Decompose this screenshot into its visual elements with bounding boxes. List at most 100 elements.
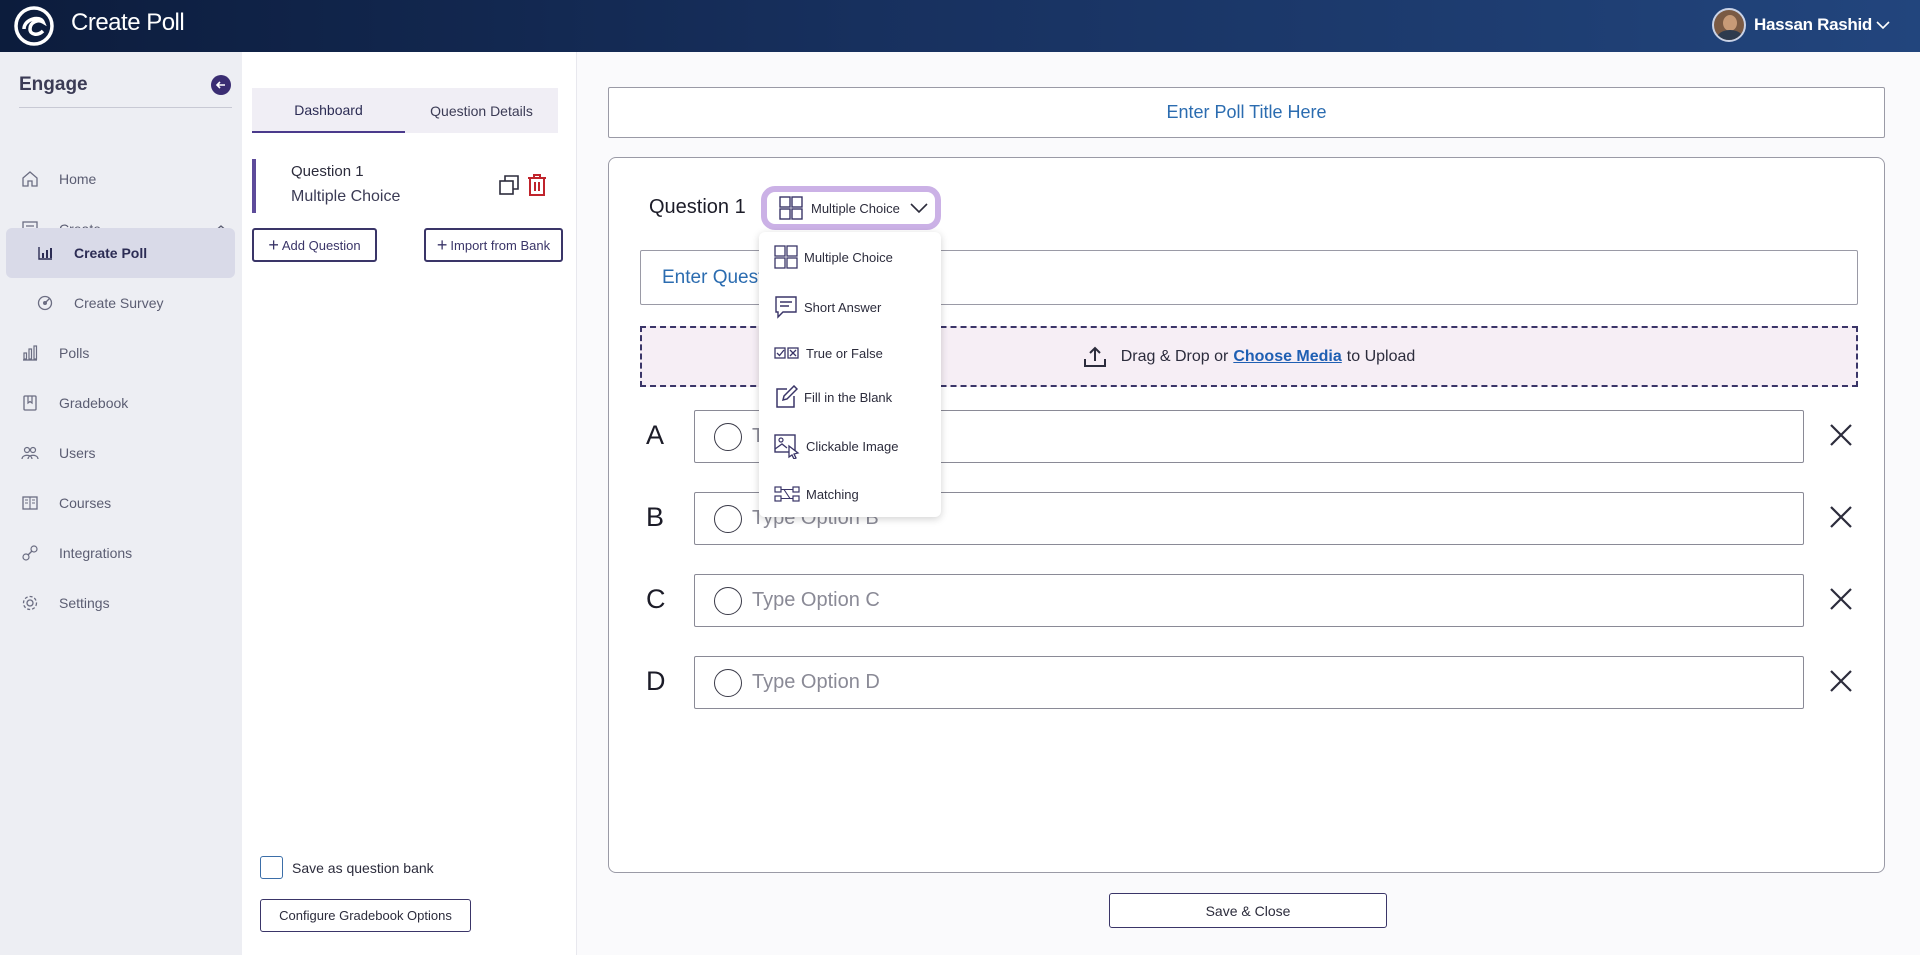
- upload-prefix: Drag & Drop or: [1120, 347, 1229, 365]
- menu-item-label: Short Answer: [804, 299, 882, 315]
- sidebar-item-label: Users: [59, 445, 96, 461]
- arrow-left-icon: [215, 81, 225, 89]
- option-placeholder: Type Option C: [752, 589, 880, 611]
- tab-dashboard[interactable]: Dashboard: [252, 88, 405, 133]
- multiple-choice-icon: [779, 196, 803, 220]
- close-icon[interactable]: [1828, 422, 1854, 448]
- menu-item-label: True or False: [806, 345, 883, 361]
- question-panel: Dashboard Question Details Question 1 Mu…: [242, 52, 577, 955]
- user-menu[interactable]: Hassan Rashid: [1712, 8, 1890, 42]
- sidebar-item-label: Polls: [59, 345, 90, 361]
- multiple-choice-icon: [774, 245, 798, 269]
- choose-media-link[interactable]: Choose Media: [1233, 348, 1341, 366]
- app-title: Create Poll: [71, 9, 185, 36]
- question-type-select[interactable]: Multiple Choice: [761, 186, 941, 230]
- question-list-item[interactable]: Question 1 Multiple Choice: [252, 159, 558, 213]
- menu-item-matching[interactable]: Matching: [774, 479, 859, 509]
- duplicate-icon[interactable]: [499, 175, 519, 195]
- menu-item-label: Fill in the Blank: [804, 389, 893, 405]
- menu-item-multiple-choice[interactable]: Multiple Choice: [774, 242, 893, 272]
- sidebar-item-gradebook[interactable]: Gradebook: [0, 379, 242, 427]
- add-question-button[interactable]: + Add Question: [252, 228, 377, 262]
- menu-item-true-false[interactable]: True or False: [774, 338, 883, 368]
- sidebar-item-integrations[interactable]: Integrations: [0, 529, 242, 577]
- sidebar-item-label: Integrations: [59, 545, 133, 561]
- chevron-down-icon: [1876, 21, 1890, 30]
- import-from-bank-button[interactable]: + Import from Bank: [424, 228, 563, 262]
- top-bar: Create Poll Hassan Rashid: [0, 0, 1920, 52]
- sidebar-item-label: Home: [59, 171, 97, 187]
- short-answer-icon: [775, 296, 797, 319]
- save-bank-label: Save as question bank: [292, 859, 434, 876]
- sidebar-item-create-poll[interactable]: Create Poll: [6, 228, 235, 278]
- tab-question-details[interactable]: Question Details: [405, 88, 558, 133]
- plus-icon: +: [436, 235, 448, 255]
- upload-suffix: to Upload: [1346, 347, 1416, 365]
- option-letter: A: [646, 420, 665, 450]
- correct-answer-radio[interactable]: [714, 669, 742, 697]
- bar-chart-icon: [23, 345, 38, 361]
- option-c-input[interactable]: Type Option C: [694, 574, 1804, 627]
- close-icon[interactable]: [1828, 504, 1854, 530]
- sidebar-item-polls[interactable]: Polls: [0, 329, 242, 377]
- add-question-label: Add Question: [281, 237, 361, 253]
- option-letter: D: [646, 666, 666, 696]
- menu-item-label: Multiple Choice: [804, 249, 893, 265]
- chevron-down-icon: [910, 203, 928, 214]
- close-icon[interactable]: [1828, 586, 1854, 612]
- menu-item-short-answer[interactable]: Short Answer: [774, 292, 881, 322]
- save-bank-checkbox[interactable]: [260, 856, 283, 879]
- option-placeholder: Type Option D: [752, 671, 880, 693]
- sidebar-item-label: Settings: [59, 595, 110, 611]
- survey-icon: [37, 295, 53, 311]
- integrations-icon: [22, 545, 38, 561]
- collapse-sidebar-button[interactable]: [211, 75, 231, 95]
- option-d-input[interactable]: Type Option D: [694, 656, 1804, 709]
- sidebar-item-users[interactable]: Users: [0, 429, 242, 477]
- close-icon[interactable]: [1828, 668, 1854, 694]
- menu-item-fill-blank[interactable]: Fill in the Blank: [774, 382, 892, 412]
- question-item-title: Question 1: [291, 163, 364, 180]
- menu-item-label: Matching: [806, 486, 859, 502]
- sidebar-item-home[interactable]: Home: [0, 155, 242, 203]
- panel-tabs: Dashboard Question Details: [252, 88, 558, 133]
- sidebar-item-label: Gradebook: [59, 395, 129, 411]
- question-type-dropdown: Multiple Choice Short Answer True or Fal…: [759, 232, 941, 517]
- question-label: Question 1: [649, 196, 746, 218]
- sidebar-divider: [19, 107, 232, 108]
- configure-gradebook-button[interactable]: Configure Gradebook Options: [260, 899, 471, 932]
- sidebar-item-label: Create Poll: [74, 245, 148, 261]
- sidebar-title: Engage: [19, 74, 88, 95]
- correct-answer-radio[interactable]: [714, 505, 742, 533]
- question-type-label: Multiple Choice: [811, 200, 900, 216]
- sidebar-item-settings[interactable]: Settings: [0, 579, 242, 627]
- sidebar: Engage Home Create Create Poll Create Su…: [0, 52, 242, 955]
- matching-icon: [774, 486, 800, 502]
- save-close-button[interactable]: Save & Close: [1109, 893, 1387, 928]
- engage-logo-icon[interactable]: [12, 5, 56, 47]
- upload-icon: [1083, 346, 1106, 367]
- poll-title-input[interactable]: Enter Poll Title Here: [608, 87, 1885, 138]
- courses-icon: [22, 496, 38, 510]
- sidebar-item-courses[interactable]: Courses: [0, 479, 242, 527]
- fill-blank-icon: [776, 385, 798, 408]
- home-icon: [22, 171, 38, 187]
- sidebar-item-create-survey[interactable]: Create Survey: [0, 279, 242, 327]
- users-icon: [21, 446, 39, 460]
- avatar: [1712, 8, 1747, 42]
- true-false-icon: [774, 347, 799, 359]
- sidebar-item-label: Courses: [59, 495, 112, 511]
- correct-answer-radio[interactable]: [714, 587, 742, 615]
- plus-icon: +: [268, 235, 279, 255]
- save-bank-option[interactable]: Save as question bank: [260, 856, 434, 879]
- sidebar-item-label: Create Survey: [74, 295, 164, 311]
- option-row-d: D Type Option D: [640, 656, 1880, 709]
- menu-item-label: Clickable Image: [806, 438, 899, 454]
- correct-answer-radio[interactable]: [714, 423, 742, 451]
- menu-item-clickable-image[interactable]: Clickable Image: [774, 431, 899, 461]
- option-row-c: C Type Option C: [640, 574, 1880, 627]
- poll-icon: [38, 247, 52, 260]
- user-name: Hassan Rashid: [1754, 15, 1872, 34]
- trash-icon[interactable]: [526, 173, 548, 197]
- import-bank-label: Import from Bank: [450, 237, 551, 253]
